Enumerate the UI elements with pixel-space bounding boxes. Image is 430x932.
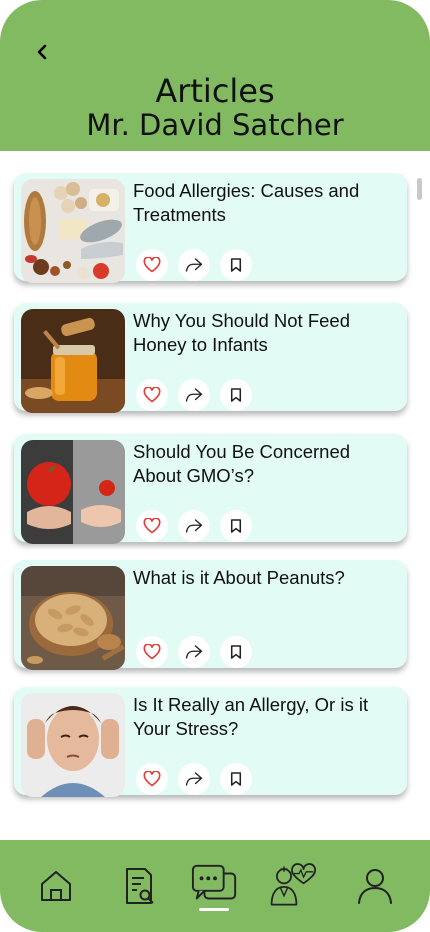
chevron-left-icon	[37, 44, 47, 60]
article-title[interactable]: Should You Be Concerned About GMO’s?	[133, 440, 399, 488]
articles-search-icon	[126, 868, 154, 904]
allergen-foods-photo[interactable]	[21, 179, 125, 283]
page-subtitle: Mr. David Satcher	[86, 108, 344, 142]
heart-icon	[143, 387, 161, 403]
article-card[interactable]: Is It Really an Allergy, Or is it Your S…	[14, 687, 407, 797]
share-button[interactable]	[178, 510, 210, 542]
share-icon	[185, 645, 203, 659]
scrollbar[interactable]	[417, 178, 422, 200]
active-tab-indicator	[199, 908, 229, 911]
bookmark-icon	[230, 519, 242, 533]
share-button[interactable]	[178, 763, 210, 795]
share-icon	[185, 388, 203, 402]
article-title[interactable]: Why You Should Not Feed Honey to Infants	[133, 309, 399, 357]
like-button[interactable]	[136, 636, 168, 668]
home-icon	[41, 871, 71, 901]
tomatoes-in-hands-photo[interactable]	[21, 440, 125, 544]
article-card[interactable]: What is it About Peanuts?	[14, 560, 407, 670]
like-button[interactable]	[136, 510, 168, 542]
nav-profile[interactable]	[351, 862, 399, 910]
share-icon	[185, 519, 203, 533]
page-title: Articles	[155, 72, 275, 110]
peanuts-bowl-photo[interactable]	[21, 566, 125, 670]
card-actions	[136, 249, 252, 281]
share-button[interactable]	[178, 379, 210, 411]
card-actions	[136, 763, 252, 795]
nav-articles[interactable]	[114, 862, 162, 910]
share-icon	[185, 772, 203, 786]
article-title[interactable]: What is it About Peanuts?	[133, 566, 399, 590]
bookmark-icon	[230, 645, 242, 659]
doctor-heart-icon	[270, 863, 316, 906]
heart-icon	[143, 644, 161, 660]
bookmark-button[interactable]	[220, 249, 252, 281]
card-actions	[136, 510, 252, 542]
bookmark-button[interactable]	[220, 510, 252, 542]
stressed-woman-photo[interactable]	[21, 693, 125, 797]
article-card[interactable]: Should You Be Concerned About GMO’s?	[14, 434, 407, 544]
bookmark-button[interactable]	[220, 636, 252, 668]
article-title[interactable]: Is It Really an Allergy, Or is it Your S…	[133, 693, 399, 741]
chat-icon	[191, 864, 237, 900]
header: Articles Mr. David Satcher	[0, 0, 430, 151]
share-icon	[185, 258, 203, 272]
card-actions	[136, 379, 252, 411]
share-button[interactable]	[178, 249, 210, 281]
heart-icon	[143, 257, 161, 273]
bookmark-icon	[230, 388, 242, 402]
nav-doctor[interactable]	[268, 862, 316, 910]
nav-messages[interactable]	[191, 862, 239, 910]
app-screen: Articles Mr. David Satcher Food Allergie…	[0, 0, 430, 932]
bottom-nav	[0, 840, 430, 932]
article-card[interactable]: Why You Should Not Feed Honey to Infants	[14, 303, 407, 413]
honey-jar-photo[interactable]	[21, 309, 125, 413]
like-button[interactable]	[136, 763, 168, 795]
like-button[interactable]	[136, 379, 168, 411]
article-card[interactable]: Food Allergies: Causes and Treatments	[14, 173, 407, 283]
card-actions	[136, 636, 252, 668]
bookmark-button[interactable]	[220, 763, 252, 795]
profile-icon	[358, 869, 392, 904]
article-title[interactable]: Food Allergies: Causes and Treatments	[133, 179, 399, 227]
nav-home[interactable]	[32, 862, 80, 910]
share-button[interactable]	[178, 636, 210, 668]
like-button[interactable]	[136, 249, 168, 281]
back-button[interactable]	[30, 40, 54, 64]
bookmark-icon	[230, 772, 242, 786]
heart-icon	[143, 771, 161, 787]
bookmark-icon	[230, 258, 242, 272]
bookmark-button[interactable]	[220, 379, 252, 411]
heart-icon	[143, 518, 161, 534]
